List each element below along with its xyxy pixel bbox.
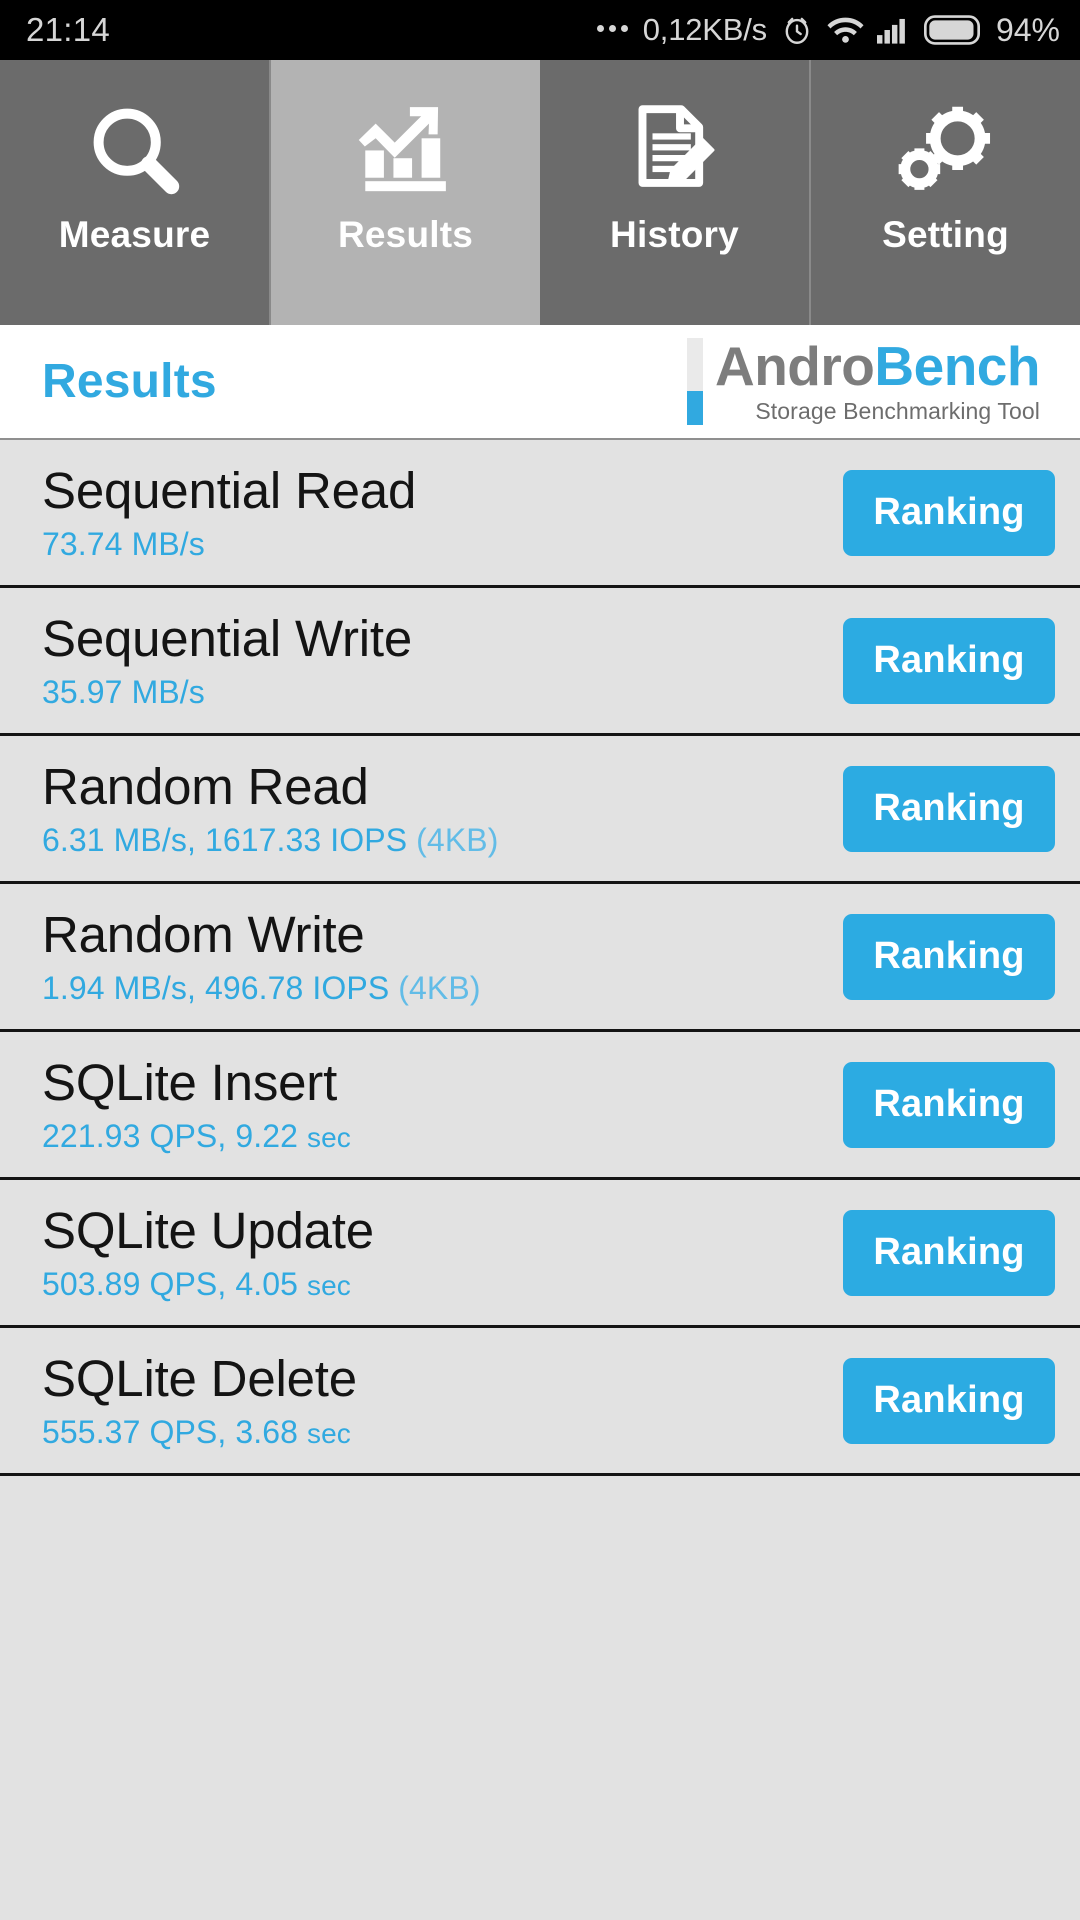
benchmark-value-main: 503.89 QPS, 4.05: [42, 1266, 307, 1303]
benchmark-name: SQLite Insert: [42, 1053, 338, 1111]
battery-icon: [923, 15, 980, 45]
logo-word-andro: Andro: [714, 335, 875, 398]
ranking-button[interactable]: Ranking: [843, 765, 1055, 852]
benchmark-name: SQLite Update: [42, 1201, 374, 1259]
logo-tagline: Storage Benchmarking Tool: [755, 397, 1040, 424]
cellular-signal-icon: [876, 16, 911, 44]
tab-setting-label: Setting: [882, 214, 1009, 255]
benchmark-value-main: 1.94 MB/s, 496.78 IOPS: [42, 970, 399, 1007]
benchmark-value-main: 73.74 MB/s: [42, 526, 205, 563]
benchmark-value: 555.37 QPS, 3.68 sec: [42, 1414, 357, 1451]
table-row[interactable]: Sequential Write 35.97 MB/s Ranking: [0, 588, 1080, 736]
network-speed-label: 0,12KB/s: [642, 12, 767, 47]
benchmark-name: Sequential Read: [42, 461, 417, 519]
row-text-group: SQLite Update 503.89 QPS, 4.05 sec: [42, 1202, 374, 1303]
logo-text-group: AndroBench Storage Benchmarking Tool: [714, 335, 1041, 424]
status-bar: 21:14 0,12KB/s 94%: [0, 0, 1080, 60]
ranking-button[interactable]: Ranking: [843, 1209, 1055, 1296]
page-header: Results AndroBench Storage Benchmarking …: [0, 325, 1080, 440]
ranking-button[interactable]: Ranking: [843, 1061, 1055, 1148]
benchmark-value-main: 35.97 MB/s: [42, 674, 205, 711]
ranking-button[interactable]: Ranking: [843, 913, 1055, 1000]
benchmark-value: 6.31 MB/s, 1617.33 IOPS (4KB): [42, 822, 498, 859]
row-text-group: Sequential Write 35.97 MB/s: [42, 610, 412, 711]
table-row[interactable]: Random Read 6.31 MB/s, 1617.33 IOPS (4KB…: [0, 736, 1080, 884]
benchmark-value-suffix: sec: [307, 1418, 351, 1450]
row-text-group: SQLite Delete 555.37 QPS, 3.68 sec: [42, 1350, 357, 1451]
tab-results-label: Results: [337, 214, 474, 255]
alarm-clock-icon: [780, 13, 814, 47]
benchmark-name: SQLite Delete: [42, 1349, 357, 1407]
status-clock: 21:14: [26, 11, 111, 48]
table-row[interactable]: SQLite Update 503.89 QPS, 4.05 sec Ranki…: [0, 1180, 1080, 1328]
row-text-group: Random Read 6.31 MB/s, 1617.33 IOPS (4KB…: [42, 758, 498, 859]
benchmark-name: Random Write: [42, 905, 365, 963]
benchmark-name: Sequential Write: [42, 609, 413, 667]
tab-setting[interactable]: Setting: [811, 60, 1080, 325]
logo-wordmark: AndroBench: [714, 335, 1041, 398]
benchmark-value-suffix: sec: [307, 1122, 351, 1154]
gears-icon: [892, 94, 1000, 206]
benchmark-value-suffix: (4KB): [398, 970, 481, 1007]
logo-accent-bar: [686, 338, 703, 425]
table-row[interactable]: Random Write 1.94 MB/s, 496.78 IOPS (4KB…: [0, 884, 1080, 1032]
tab-results[interactable]: Results: [271, 60, 540, 325]
table-row[interactable]: Sequential Read 73.74 MB/s Ranking: [0, 440, 1080, 588]
tab-measure[interactable]: Measure: [0, 60, 271, 325]
benchmark-value: 221.93 QPS, 9.22 sec: [42, 1118, 351, 1155]
ranking-button[interactable]: Ranking: [843, 1357, 1055, 1444]
table-row[interactable]: SQLite Insert 221.93 QPS, 9.22 sec Ranki…: [0, 1032, 1080, 1180]
benchmark-value-main: 555.37 QPS, 3.68: [42, 1414, 307, 1451]
row-text-group: Random Write 1.94 MB/s, 496.78 IOPS (4KB…: [42, 906, 481, 1007]
benchmark-value: 1.94 MB/s, 496.78 IOPS (4KB): [42, 970, 481, 1007]
benchmark-value: 503.89 QPS, 4.05 sec: [42, 1266, 374, 1303]
tab-history[interactable]: History: [540, 60, 811, 325]
row-text-group: SQLite Insert 221.93 QPS, 9.22 sec: [42, 1054, 351, 1155]
benchmark-value: 73.74 MB/s: [42, 526, 416, 563]
logo-word-bench: Bench: [874, 335, 1040, 398]
tab-bar: Measure Results History Setting: [0, 60, 1080, 325]
table-row[interactable]: SQLite Delete 555.37 QPS, 3.68 sec Ranki…: [0, 1328, 1080, 1476]
bar-chart-arrow-icon: [354, 94, 458, 206]
document-pencil-icon: [625, 94, 725, 206]
wifi-icon: [827, 15, 864, 45]
benchmark-value: 35.97 MB/s: [42, 674, 412, 711]
status-icons-group: 0,12KB/s 94%: [596, 11, 1060, 49]
androbench-logo: AndroBench Storage Benchmarking Tool: [686, 335, 1041, 425]
magnifier-icon: [83, 94, 187, 206]
more-dots-icon: [596, 24, 628, 36]
ranking-button[interactable]: Ranking: [843, 617, 1055, 704]
row-text-group: Sequential Read 73.74 MB/s: [42, 462, 416, 563]
benchmark-name: Random Read: [42, 757, 369, 815]
benchmark-value-main: 221.93 QPS, 9.22: [42, 1118, 307, 1155]
ranking-button[interactable]: Ranking: [843, 469, 1055, 556]
results-list: Sequential Read 73.74 MB/s Ranking Seque…: [0, 440, 1080, 1476]
benchmark-value-suffix: sec: [307, 1270, 351, 1302]
battery-percent-label: 94%: [995, 11, 1060, 48]
page-title: Results: [42, 355, 217, 408]
tab-history-label: History: [610, 214, 739, 255]
benchmark-value-suffix: (4KB): [416, 822, 499, 859]
tab-measure-label: Measure: [58, 214, 211, 255]
benchmark-value-main: 6.31 MB/s, 1617.33 IOPS: [42, 822, 417, 859]
